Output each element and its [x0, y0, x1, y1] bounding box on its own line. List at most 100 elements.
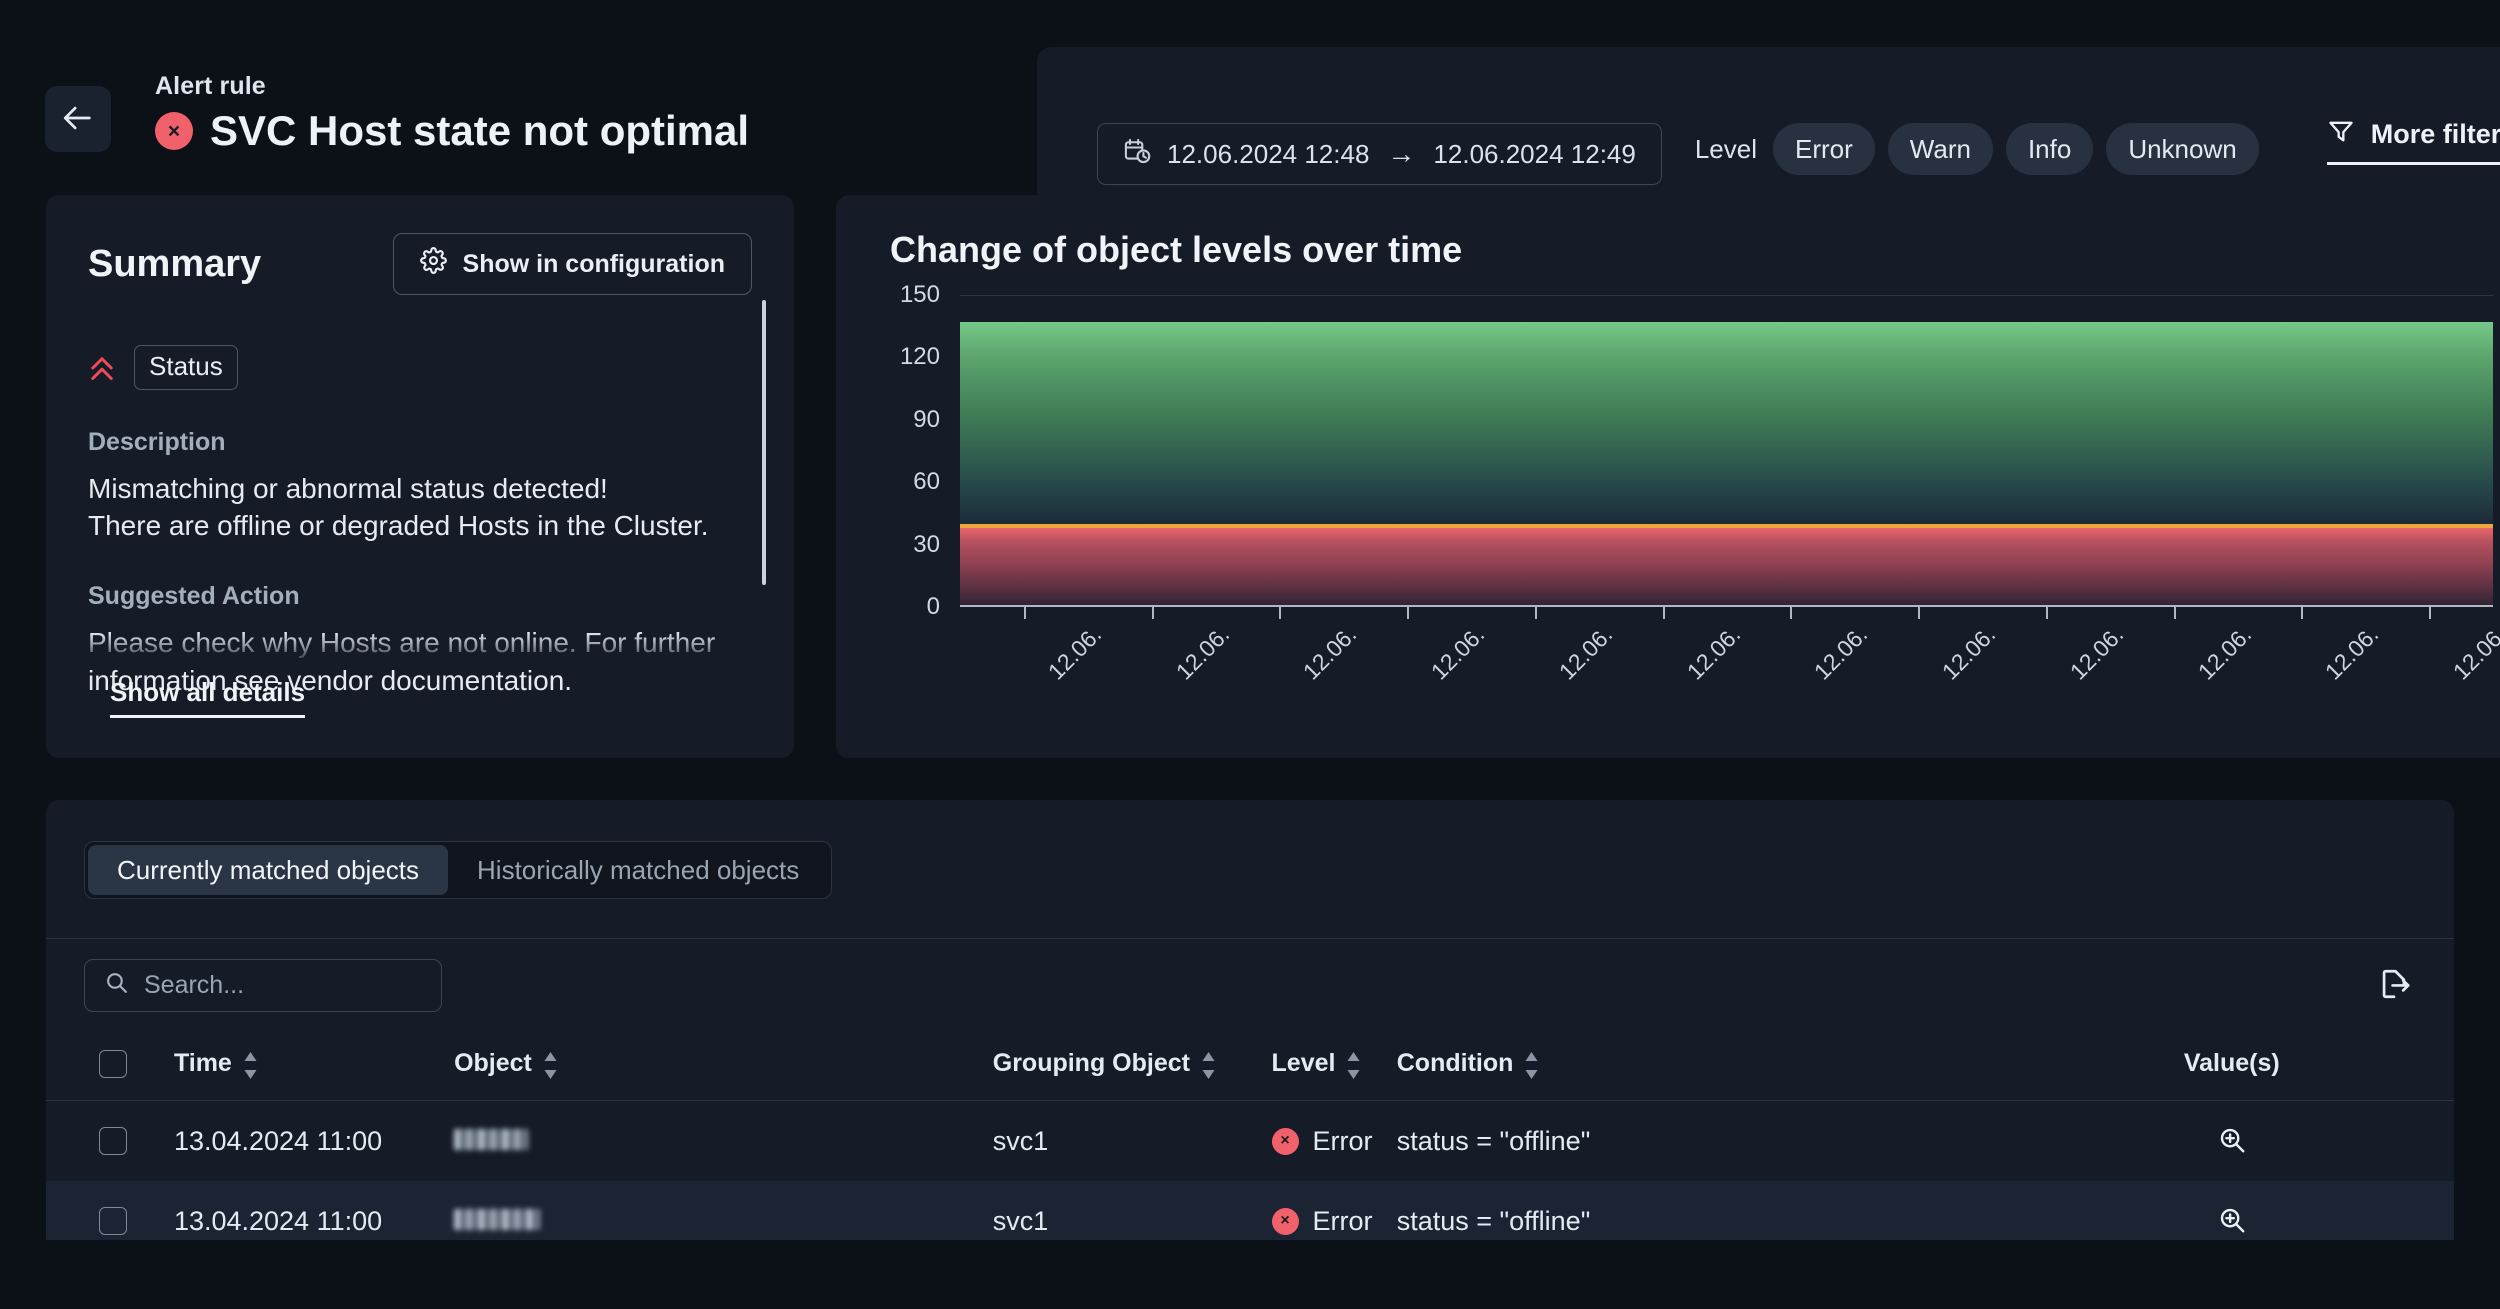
table-row[interactable]: 13.04.2024 11:00svc1×Errorstatus = "offl… [46, 1101, 2454, 1182]
status-pill[interactable]: Status [134, 345, 238, 390]
column-select-all [46, 1031, 174, 1101]
column-grouping-object-label: Grouping Object [993, 1049, 1190, 1078]
search-box[interactable] [84, 959, 442, 1012]
error-glyph: × [168, 121, 180, 142]
table-header-row: Time Object [46, 1031, 2454, 1101]
chart-y-tick: 60 [836, 468, 940, 496]
summary-title: Summary [88, 243, 261, 286]
cell-grouping-object: svc1 [993, 1101, 1272, 1182]
description-line-1: Mismatching or abnormal status detected! [88, 470, 752, 507]
error-circle-icon: × [1272, 1128, 1299, 1155]
show-in-configuration-button[interactable]: Show in configuration [393, 233, 752, 295]
level-chip-unknown[interactable]: Unknown [2106, 123, 2258, 175]
search-input[interactable] [144, 971, 422, 1000]
cell-condition: status = "offline" [1397, 1101, 2010, 1182]
export-button[interactable] [2372, 963, 2416, 1007]
gear-icon [420, 247, 447, 281]
redacted-object-name [454, 1209, 540, 1230]
cell-condition: status = "offline" [1397, 1181, 2010, 1240]
chart-x-tick-label: 12.06. [2065, 621, 2129, 685]
column-time[interactable]: Time [174, 1031, 454, 1101]
row-checkbox[interactable] [99, 1127, 127, 1155]
cell-values [2010, 1181, 2454, 1240]
suggested-action-line-1: Please check why Hosts are not online. F… [88, 624, 752, 661]
summary-card: Summary Show in configuration [46, 195, 794, 758]
column-values: Value(s) [2010, 1031, 2454, 1101]
chart-y-tick: 150 [836, 281, 940, 309]
error-glyph: × [1280, 1133, 1289, 1149]
page-title: SVC Host state not optimal [210, 107, 749, 155]
level-text: Error [1313, 1206, 1373, 1237]
chart-x-tick-label: 12.06. [1681, 621, 1745, 685]
table-body: 13.04.2024 11:00 svc1 × Error status = "offl… [46, 1101, 2454, 1241]
levels-chart-card: Change of object levels over time 030609… [836, 195, 2500, 758]
view-values-button[interactable] [2212, 1121, 2252, 1161]
chart-x-tick-label: 12.06. [1298, 621, 1362, 685]
sort-arrows-icon [1524, 1052, 1539, 1076]
matched-objects-card: Currently matched objects Historically m… [46, 800, 2454, 1240]
chart-title: Change of object levels over time [870, 229, 2500, 271]
chart-series-error [960, 528, 2493, 607]
view-values-button[interactable] [2212, 1201, 2252, 1240]
chart-y-tick: 30 [836, 531, 940, 559]
chart-x-tick-label: 12.06. [2192, 621, 2256, 685]
cell-grouping-object: svc1 [993, 1181, 1272, 1240]
select-all-checkbox[interactable] [99, 1050, 127, 1078]
chart-series-ok [960, 322, 2493, 524]
cell-time: 13.04.2024 11:00 [174, 1101, 454, 1182]
level-chip-warn[interactable]: Warn [1888, 123, 1993, 175]
suggested-action-label: Suggested Action [88, 582, 752, 611]
level-chip-error[interactable]: Error [1773, 123, 1875, 175]
filter-bar: 12.06.2024 12:48 → 12.06.2024 12:49 Leve… [1037, 47, 2500, 195]
cell-time: 13.04.2024 11:00 [174, 1181, 454, 1240]
chart-x-tick-label: 12.06. [1554, 621, 1618, 685]
level-filter-group: Level Error Warn Info Unknown [1695, 123, 2259, 175]
export-file-icon [2377, 967, 2411, 1004]
table-row[interactable]: 13.04.2024 11:00 svc1 × Error status = "offl… [46, 1181, 2454, 1240]
date-range-arrow-icon: → [1385, 138, 1417, 170]
show-all-details-link[interactable]: Show all details [110, 677, 305, 718]
page-kicker: Alert rule [155, 72, 749, 101]
row-select-cell [46, 1101, 174, 1182]
column-grouping-object[interactable]: Grouping Object [993, 1031, 1272, 1101]
tab-currently-matched-objects[interactable]: Currently matched objects [88, 845, 448, 895]
chart-grid [960, 295, 2493, 607]
status-row: Status [88, 345, 752, 390]
chart-x-tick-label: 12.06. [1426, 621, 1490, 685]
title-block: Alert rule × SVC Host state not optimal [155, 72, 749, 155]
chart-y-tick: 120 [836, 343, 940, 371]
chart-x-tick-label: 12.06. [1043, 621, 1107, 685]
description-label: Description [88, 428, 752, 457]
summary-scrollbar[interactable] [762, 300, 766, 585]
more-filters-button[interactable]: More filters [2327, 117, 2500, 165]
column-values-label: Value(s) [2184, 1049, 2280, 1078]
error-circle-icon: × [155, 112, 193, 150]
column-object[interactable]: Object [454, 1031, 993, 1101]
chevron-double-up-icon [88, 353, 116, 383]
date-range-start: 12.06.2024 12:48 [1167, 139, 1369, 170]
chart-x-tick-label: 12.06. [1937, 621, 2001, 685]
sort-arrows-icon [543, 1052, 558, 1076]
matched-objects-table: Time Object [46, 1031, 2454, 1240]
chart-x-labels: 12.06. 12.06. 12.06. 12.06. 12.06. 12.06. 12.0… [960, 613, 2493, 723]
chart-gridline [960, 295, 2493, 296]
cell-object [454, 1101, 993, 1182]
tab-historically-matched-objects[interactable]: Historically matched objects [448, 845, 828, 895]
sort-arrows-icon [1346, 1052, 1361, 1076]
redacted-object-name [454, 1129, 528, 1150]
column-level[interactable]: Level [1272, 1031, 1397, 1101]
filter-funnel-icon [2327, 117, 2355, 152]
column-time-label: Time [174, 1049, 232, 1078]
column-condition[interactable]: Condition [1397, 1031, 2010, 1101]
table-toolbar [46, 938, 2454, 1031]
arrow-left-icon [61, 101, 95, 138]
error-glyph: × [1280, 1213, 1289, 1229]
chart-x-axis-line [960, 605, 2493, 607]
date-range-end: 12.06.2024 12:49 [1433, 139, 1635, 170]
back-button[interactable] [45, 86, 111, 152]
level-chip-info[interactable]: Info [2006, 123, 2093, 175]
chart-x-tick-label: 12.06. [2448, 621, 2500, 685]
error-circle-icon: × [1272, 1208, 1299, 1235]
row-checkbox[interactable] [99, 1207, 127, 1235]
date-range-picker[interactable]: 12.06.2024 12:48 → 12.06.2024 12:49 [1097, 123, 1662, 185]
